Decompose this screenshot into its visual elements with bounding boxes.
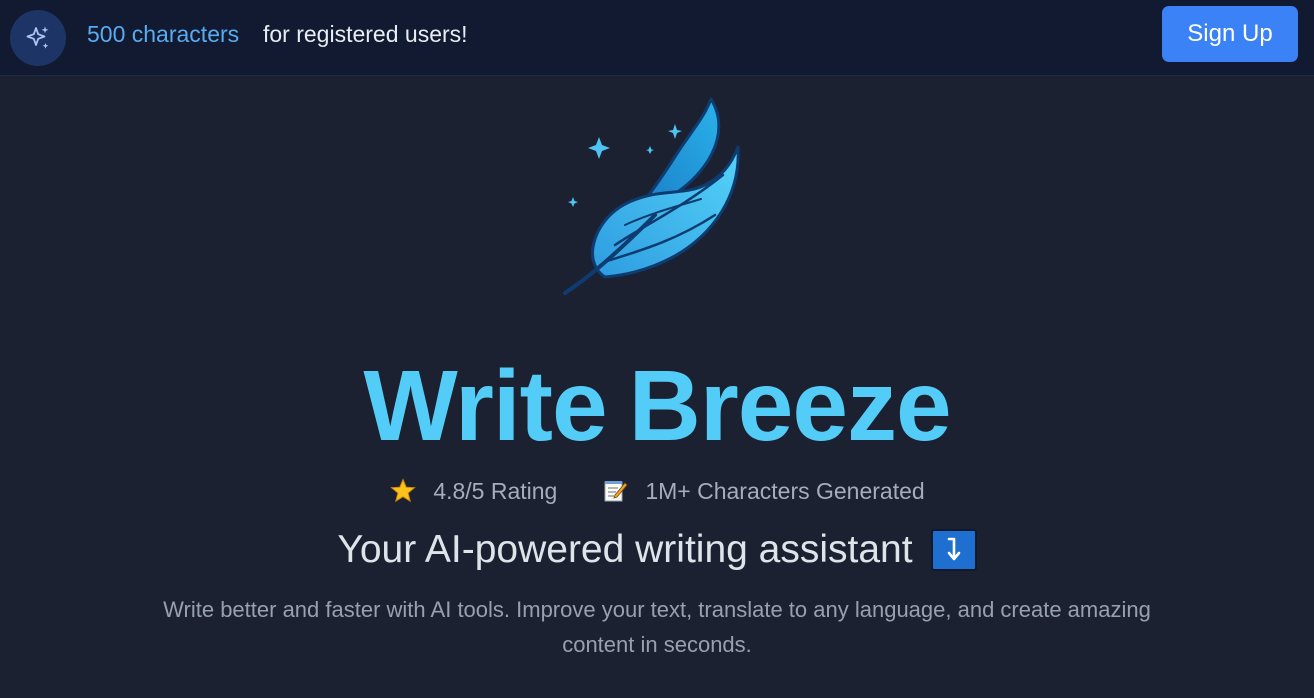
characters-stat: 1M+ Characters Generated [601,477,925,505]
feather-logo [555,95,755,300]
banner-message: for registered users! [263,21,468,47]
characters-label: 1M+ Characters Generated [645,477,925,504]
down-arrow-icon [930,529,977,571]
memo-icon [601,477,629,505]
promo-banner: 500 characters for registered users! Sig… [0,0,1314,76]
hero-description: Write better and faster with AI tools. I… [163,597,1151,657]
app-title-word-2: Breeze [628,350,952,462]
sign-up-button[interactable]: Sign Up [1162,6,1298,62]
stats-row: 4.8/5 Rating 1M+ Characters Generated [0,476,1314,506]
app-title: Write Breeze [0,346,1314,466]
app-title-word-1: Write [363,350,607,462]
rating-label: 4.8/5 Rating [433,477,558,504]
character-limit-highlight: 500 characters [87,21,240,47]
star-icon [389,477,417,505]
tagline-text: Your AI-powered writing assistant [337,528,913,571]
sparkles-icon [10,10,66,66]
tagline: Your AI-powered writing assistant [0,527,1314,573]
rating-stat: 4.8/5 Rating [389,477,557,505]
